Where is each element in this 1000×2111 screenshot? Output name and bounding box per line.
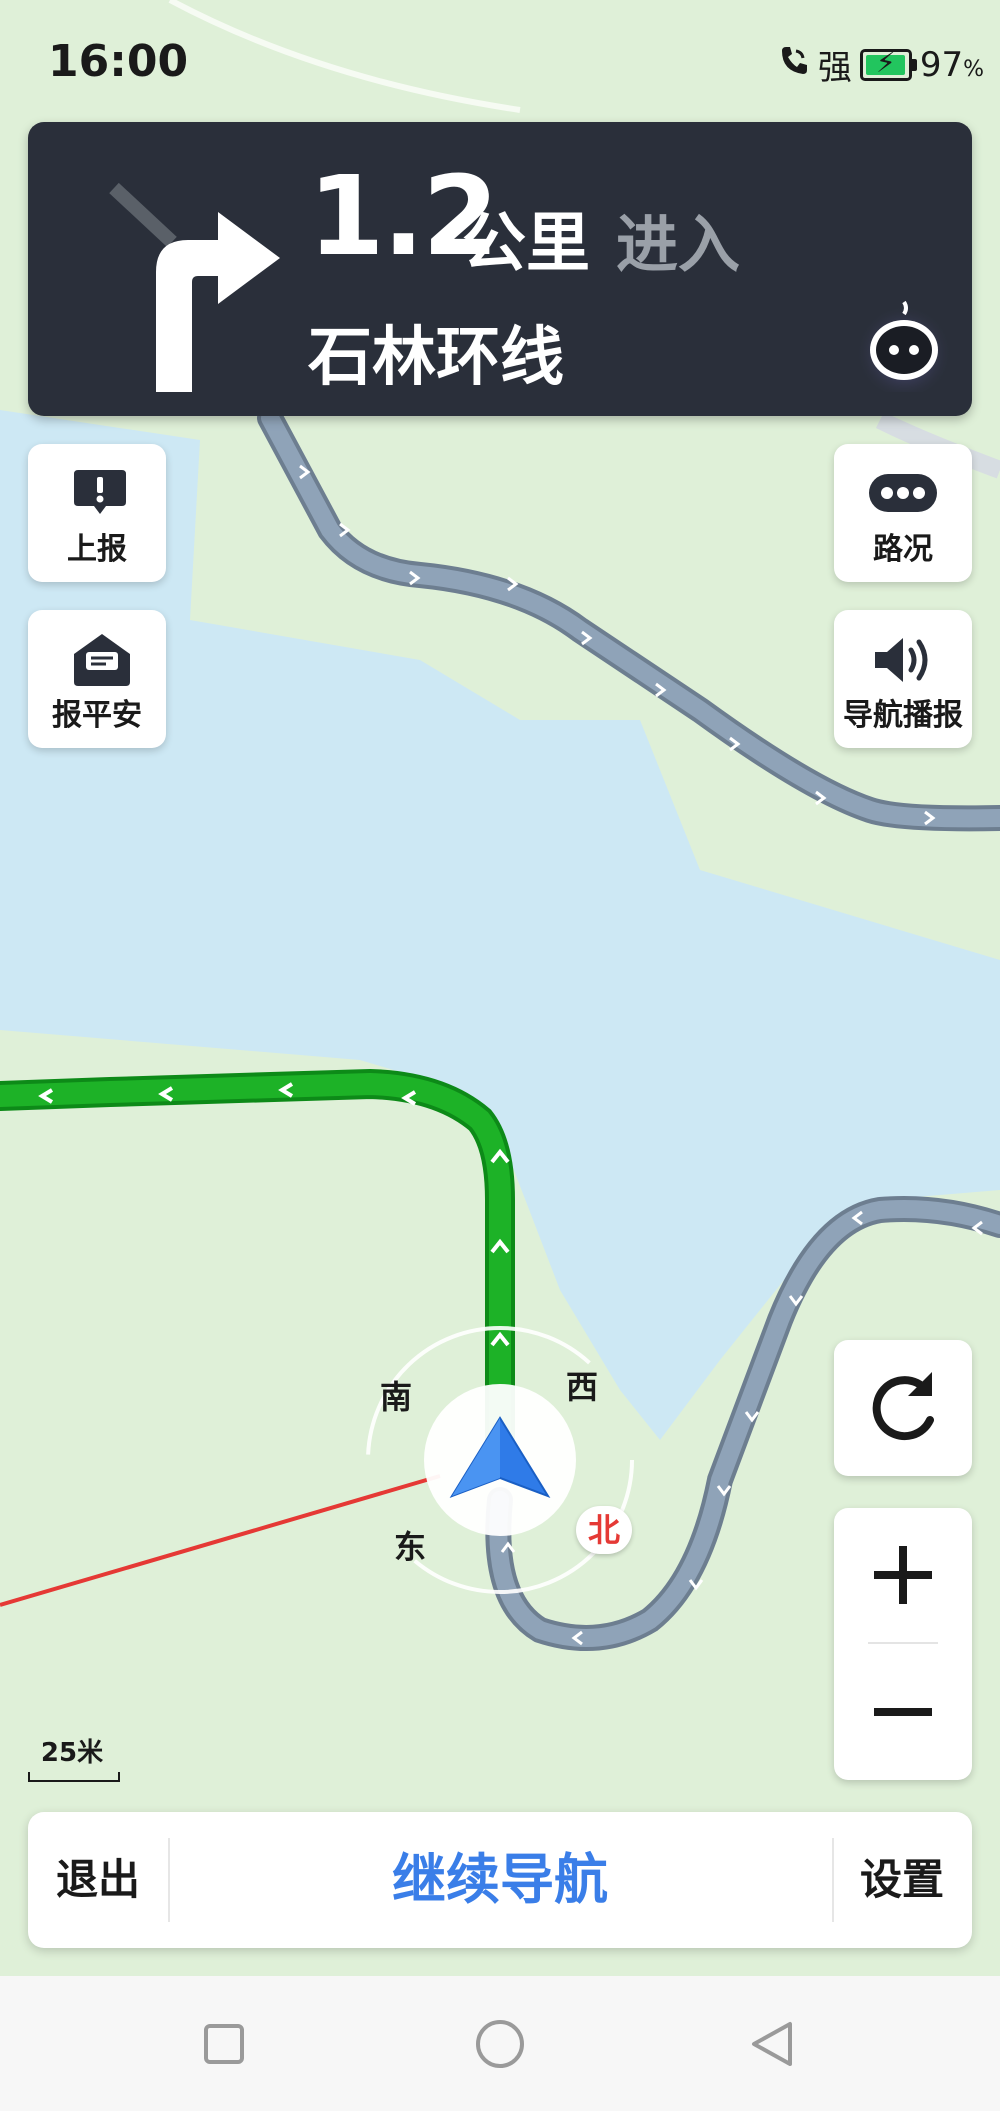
zoom-control (834, 1508, 972, 1780)
turn-right-arrow-icon (109, 182, 280, 392)
turn-guidance-banner[interactable]: 1.2 公里 进入 石林环线 (28, 122, 972, 416)
continue-navigation-button[interactable]: 继续导航 (168, 1812, 832, 1948)
compass-west-label: 西 (566, 1368, 599, 1406)
plus-icon[interactable] (834, 1508, 972, 1642)
refresh-icon (872, 1372, 934, 1441)
charging-bolt-icon: ⚡ (875, 45, 896, 79)
battery-icon: ⚡ (859, 45, 917, 81)
voice-broadcast-label: 导航播报 (843, 698, 963, 733)
triangle-back-icon[interactable] (746, 2018, 798, 2070)
status-time: 16:00 (48, 36, 189, 87)
map-scale-bar (28, 1772, 120, 1782)
traffic-dots-icon (869, 474, 937, 512)
traffic-button[interactable]: 路况 (834, 444, 972, 582)
traffic-label: 路况 (873, 532, 933, 567)
map-scale-label: 25米 (40, 1738, 104, 1768)
minus-icon[interactable] (834, 1644, 972, 1780)
battery-percent: 97% (920, 45, 984, 85)
distance-unit: 公里 (462, 207, 590, 281)
turn-action: 进入 (616, 208, 741, 281)
safety-envelope-icon (74, 634, 130, 686)
exit-button[interactable]: 退出 (28, 1812, 168, 1948)
compass-north-label: 北 (576, 1506, 632, 1554)
safety-report-button[interactable]: 报平安 (28, 610, 166, 748)
call-signal-icon (776, 43, 810, 86)
status-indicators: 强 ⚡ 97% (776, 40, 984, 89)
refresh-button[interactable] (834, 1340, 972, 1476)
compass-south-label: 南 (380, 1378, 413, 1416)
battery-percent-value: 97 (919, 44, 964, 85)
system-navigation-bar (0, 1976, 1000, 2111)
report-button[interactable]: 上报 (28, 444, 166, 582)
battery-percent-unit: % (963, 56, 984, 82)
square-icon[interactable] (200, 2020, 248, 2068)
assistant-robot-icon[interactable] (854, 292, 954, 392)
report-label: 上报 (67, 532, 127, 567)
voice-broadcast-button[interactable]: 导航播报 (834, 610, 972, 748)
speaker-icon (875, 638, 928, 682)
status-bar: 16:00 强 ⚡ 97% (0, 0, 1000, 120)
circle-icon[interactable] (474, 2018, 526, 2070)
next-road-name: 石林环线 (308, 321, 564, 395)
signal-strength-label: 强 (817, 48, 852, 88)
safety-report-label: 报平安 (52, 698, 142, 733)
compass-east-label: 东 (394, 1528, 427, 1566)
report-alert-icon (74, 470, 126, 514)
bottom-action-bar: 退出 继续导航 设置 (28, 1812, 972, 1948)
settings-button[interactable]: 设置 (832, 1812, 972, 1948)
